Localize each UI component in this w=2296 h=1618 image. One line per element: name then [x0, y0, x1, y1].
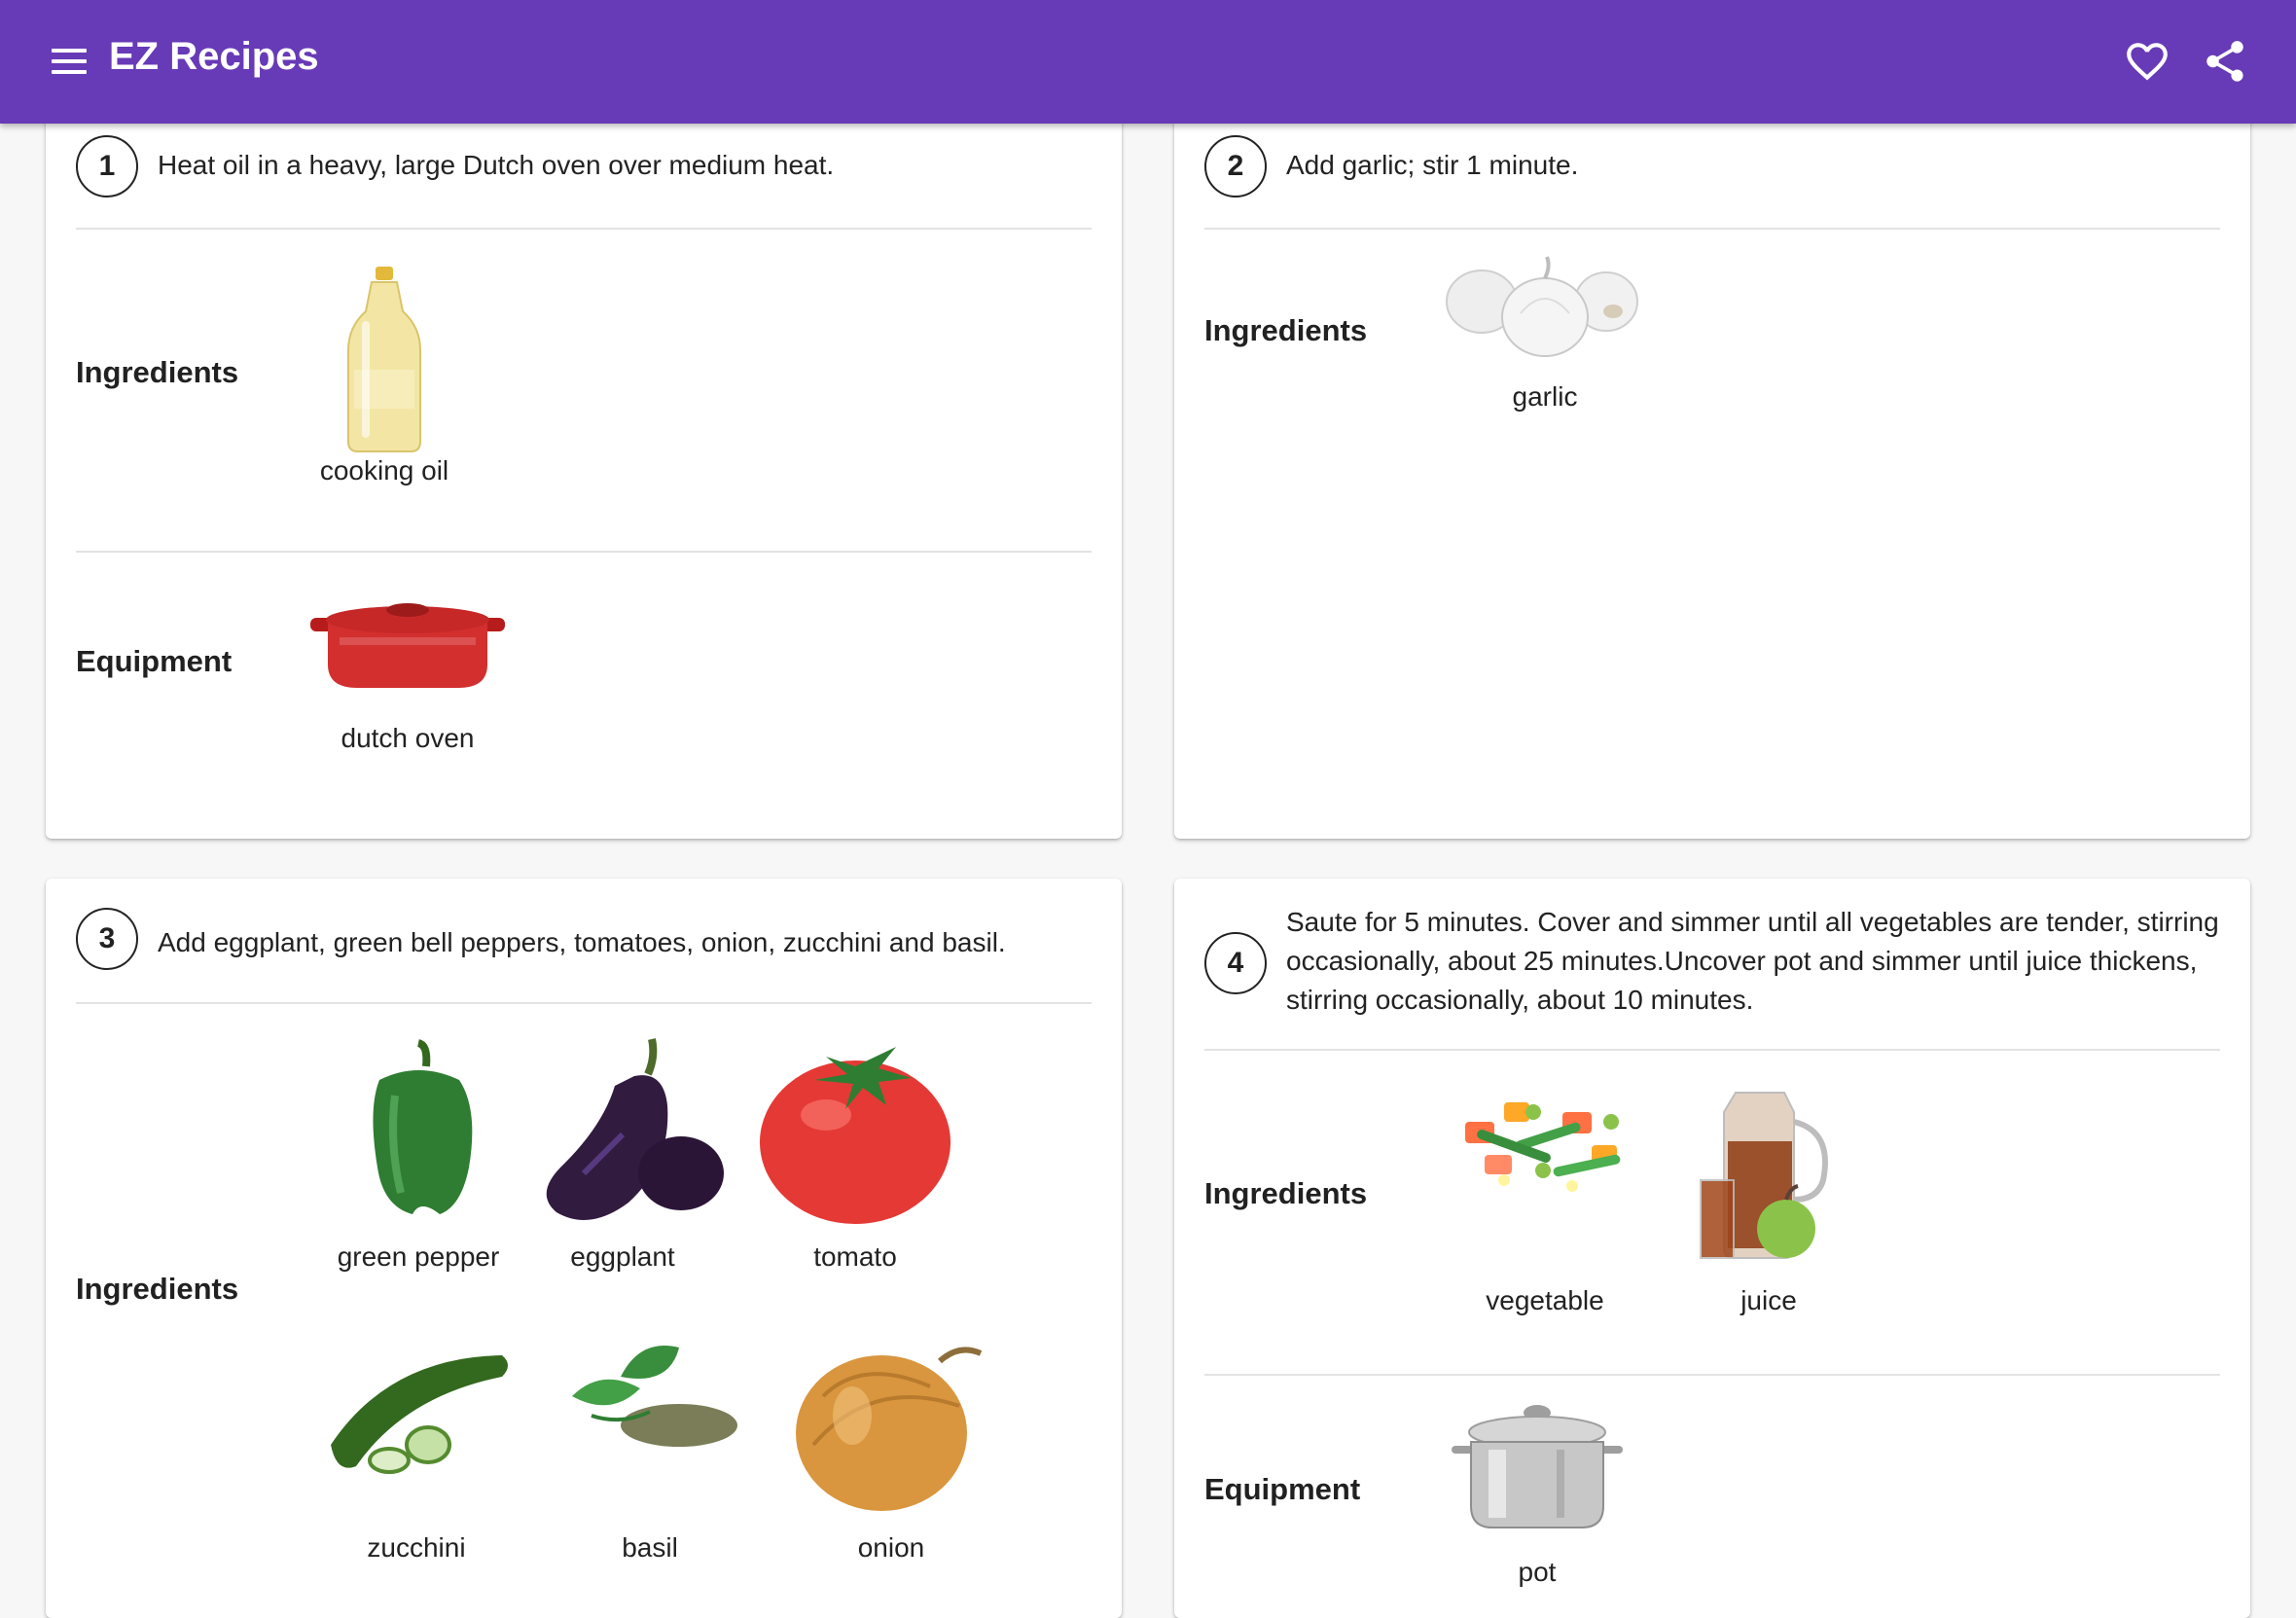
ingredient-label: juice: [1740, 1285, 1797, 1315]
ingredient-label: tomato: [813, 1241, 897, 1272]
ingredient-basil[interactable]: basil: [533, 1338, 767, 1563]
ingredient-cooking-oil[interactable]: cooking oil: [268, 263, 501, 486]
favorite-button[interactable]: [2123, 37, 2171, 86]
step-instruction: Saute for 5 minutes. Cover and simmer un…: [1286, 907, 2219, 1015]
ingredient-label: onion: [857, 1532, 925, 1563]
garlic-icon: [1446, 256, 1638, 357]
step-number: 2: [1204, 135, 1267, 198]
ingredient-onion[interactable]: onion: [774, 1338, 1008, 1563]
ingredient-label: green pepper: [337, 1241, 500, 1272]
ingredient-vegetable[interactable]: vegetable: [1428, 1083, 1662, 1321]
ingredient-label: eggplant: [570, 1241, 675, 1272]
equipment-label-text: dutch oven: [341, 723, 475, 753]
equipment-dutch-oven[interactable]: dutch oven: [291, 589, 524, 783]
divider: [76, 228, 1092, 230]
ingredients-label: Ingredients: [76, 1272, 239, 1306]
ingredient-label: vegetable: [1486, 1285, 1604, 1315]
step-instruction: Heat oil in a heavy, large Dutch oven ov…: [158, 150, 835, 180]
heart-outline-icon: [2127, 43, 2168, 81]
divider: [76, 551, 1092, 553]
eggplant-icon: [546, 1038, 724, 1220]
pot-icon: [1452, 1405, 1623, 1528]
ingredient-label: cooking oil: [319, 455, 449, 485]
equipment-label-text: pot: [1518, 1557, 1557, 1587]
menu-button[interactable]: [49, 45, 90, 78]
step-card-4: 4 Saute for 5 minutes. Cover and simmer …: [1174, 879, 2250, 1618]
step-number: 3: [76, 908, 138, 970]
step-number: 4: [1204, 932, 1267, 994]
step-instruction: Add garlic; stir 1 minute.: [1286, 150, 1579, 180]
app-title: EZ Recipes: [109, 35, 319, 78]
divider: [1204, 1049, 2220, 1051]
share-button[interactable]: [2201, 37, 2249, 86]
ingredient-garlic[interactable]: garlic: [1428, 255, 1662, 412]
dutch-oven-icon: [310, 603, 505, 688]
ingredients-label: Ingredients: [76, 355, 239, 389]
zucchini-icon: [331, 1355, 508, 1474]
ingredient-green-pepper[interactable]: green pepper: [302, 1037, 535, 1272]
ingredient-zucchini[interactable]: zucchini: [300, 1338, 533, 1563]
cooking-oil-bottle-icon: [347, 267, 421, 452]
ingredients-label: Ingredients: [1204, 1176, 1368, 1210]
tomato-icon: [760, 1047, 951, 1224]
mixed-vegetables-icon: [1465, 1102, 1621, 1192]
divider: [1204, 1374, 2220, 1376]
onion-icon: [796, 1347, 983, 1511]
step-number: 1: [76, 135, 138, 198]
ingredient-tomato[interactable]: tomato: [738, 1037, 972, 1272]
basil-icon: [572, 1346, 737, 1447]
juice-icon: [1700, 1092, 1828, 1259]
equipment-pot[interactable]: pot: [1420, 1399, 1654, 1608]
divider: [1204, 228, 2220, 230]
step-card-2: 2 Add garlic; stir 1 minute. Ingredients…: [1174, 78, 2250, 839]
ingredient-eggplant[interactable]: eggplant: [506, 1037, 739, 1272]
ingredient-label: garlic: [1512, 381, 1578, 412]
green-pepper-icon: [373, 1039, 473, 1214]
ingredient-label: basil: [622, 1532, 678, 1563]
ingredient-juice[interactable]: juice: [1652, 1083, 1885, 1321]
step-card-1: 1 Heat oil in a heavy, large Dutch oven …: [46, 78, 1122, 839]
step-instruction: Add eggplant, green bell peppers, tomato…: [158, 927, 1006, 957]
share-icon: [2206, 41, 2243, 82]
equipment-label: Equipment: [1204, 1472, 1361, 1506]
app-bar: EZ Recipes: [0, 0, 2296, 124]
divider: [76, 1002, 1092, 1004]
ingredient-label: zucchini: [367, 1532, 466, 1563]
step-card-3: 3 Add eggplant, green bell peppers, toma…: [46, 879, 1122, 1618]
equipment-label: Equipment: [76, 644, 233, 678]
ingredients-label: Ingredients: [1204, 313, 1368, 347]
